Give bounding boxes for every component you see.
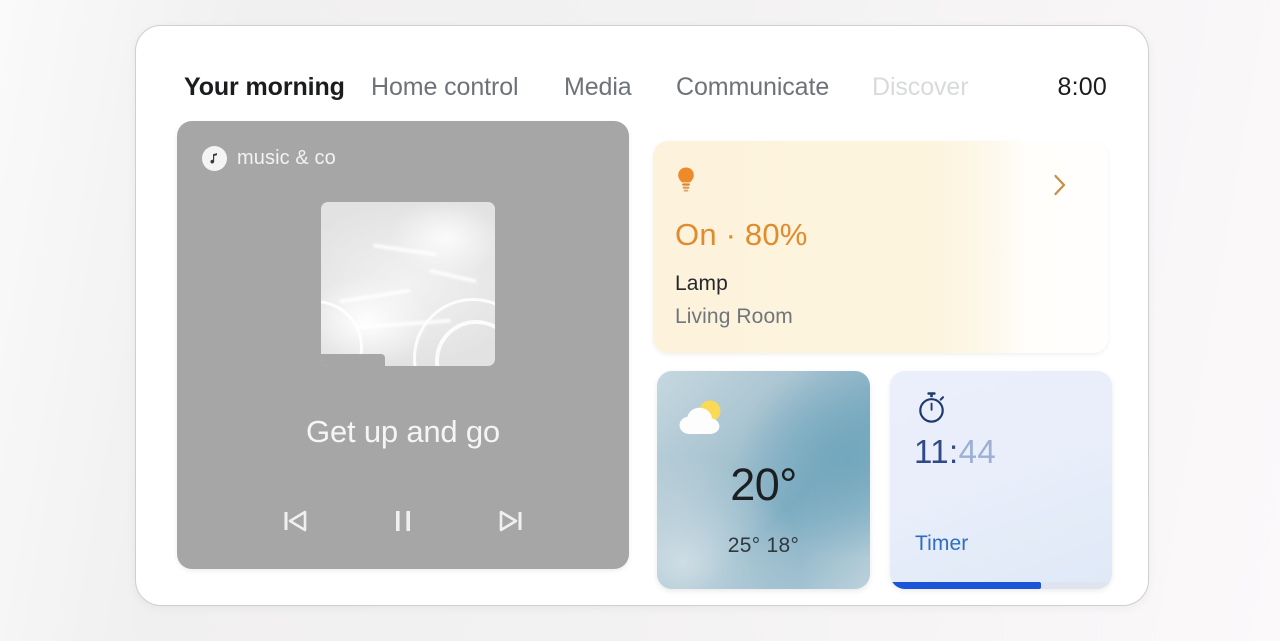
lamp-card-main: On · 80% Lamp Living Room: [653, 141, 1019, 353]
nav-tab-home-control[interactable]: Home control: [371, 70, 519, 104]
lamp-room-name: Living Room: [675, 305, 793, 328]
music-player-card[interactable]: music & co Get up and go: [177, 121, 629, 569]
timer-elapsed-part: 11:: [914, 433, 959, 470]
skip-next-button[interactable]: [488, 499, 534, 545]
timer-progress-fill: [890, 582, 1041, 589]
smart-display-device-frame: Your morning Home control Media Communic…: [135, 25, 1149, 606]
partly-cloudy-icon: [675, 396, 731, 445]
pause-button[interactable]: [380, 499, 426, 545]
timer-remaining-part: 44: [958, 433, 997, 470]
pause-icon: [386, 504, 420, 541]
lamp-state-text: On · 80%: [675, 217, 808, 252]
music-note-icon: [202, 146, 227, 171]
weather-current-temperature: 20°: [730, 459, 797, 510]
top-navigation-bar: Your morning Home control Media Communic…: [136, 70, 1148, 112]
nav-tab-discover[interactable]: Discover: [872, 70, 969, 104]
lamp-control-card[interactable]: On · 80% Lamp Living Room: [653, 141, 1108, 353]
dashboard-cards-area: music & co Get up and go On · 80% Lamp L…: [136, 121, 1148, 589]
player-controls: [177, 499, 629, 545]
timer-card[interactable]: 11:44 Timer: [890, 371, 1112, 589]
stopwatch-icon: [916, 391, 947, 429]
display-screen: Your morning Home control Media Communic…: [136, 26, 1148, 605]
status-clock: 8:00: [1057, 73, 1107, 101]
nav-tab-your-morning[interactable]: Your morning: [184, 70, 345, 104]
weather-card[interactable]: 20° 25° 18°: [657, 371, 870, 589]
music-brand-label: music & co: [237, 147, 336, 169]
timer-countdown-value: 11:44: [914, 433, 996, 471]
nav-tab-communicate[interactable]: Communicate: [676, 70, 829, 104]
skip-previous-icon: [278, 504, 312, 541]
skip-previous-button[interactable]: [272, 499, 318, 545]
nav-tab-media[interactable]: Media: [564, 70, 632, 104]
track-title: Get up and go: [306, 414, 500, 449]
lightbulb-icon: [676, 166, 696, 198]
album-artwork: [321, 202, 495, 366]
chevron-right-icon[interactable]: [1051, 171, 1069, 204]
skip-next-icon: [494, 504, 528, 541]
timer-label: Timer: [915, 532, 969, 555]
music-brand: music & co: [202, 146, 336, 171]
lamp-device-name: Lamp: [675, 272, 728, 295]
timer-progress-bar: [890, 582, 1112, 589]
weather-temperature-range: 25° 18°: [727, 534, 800, 557]
